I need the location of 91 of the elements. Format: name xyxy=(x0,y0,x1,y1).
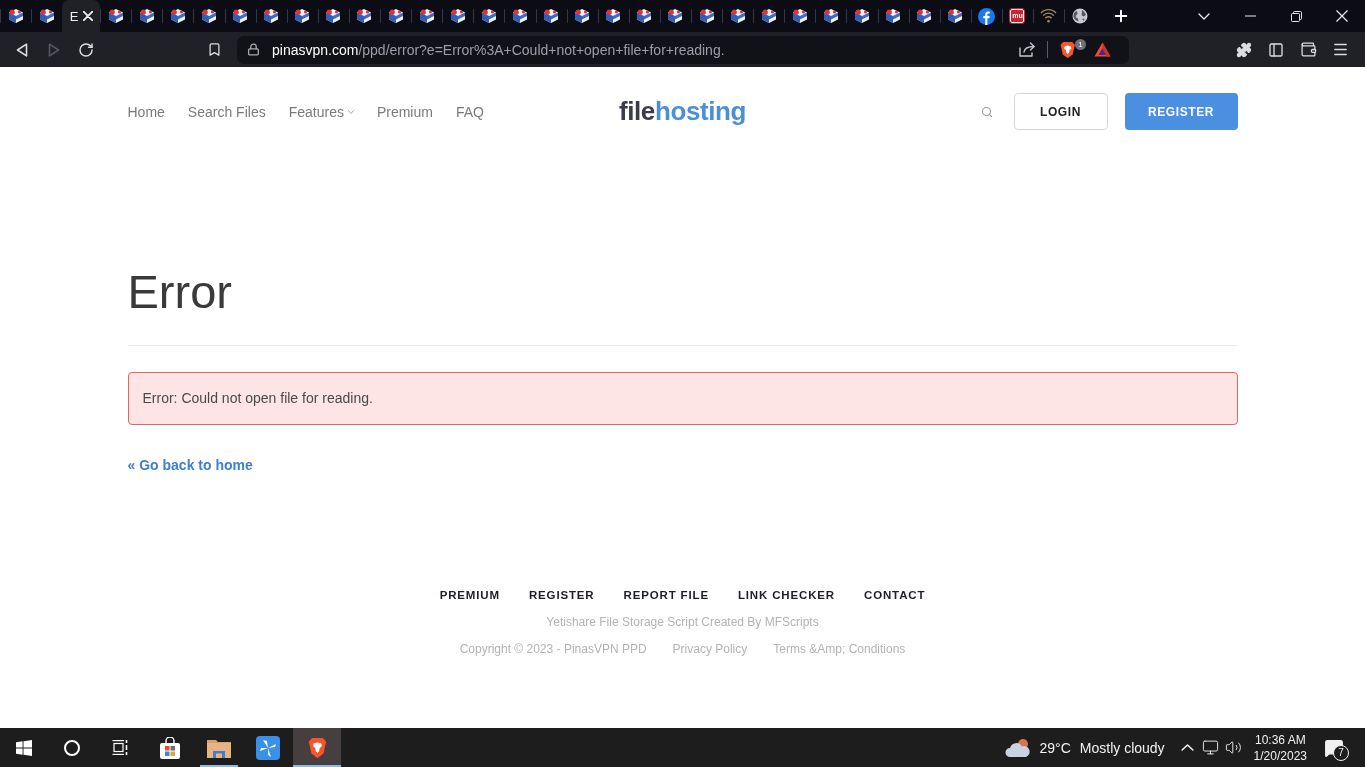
cube-icon xyxy=(169,8,186,24)
sidebar-icon xyxy=(1268,41,1284,58)
chevron-down-icon xyxy=(1198,12,1210,20)
chevron-down-icon xyxy=(347,109,354,114)
temperature-text: 29°C xyxy=(1039,739,1071,756)
back-home-link[interactable]: « Go back to home xyxy=(127,454,253,475)
back-icon xyxy=(16,42,28,57)
cube-icon xyxy=(480,8,497,24)
browser-tab[interactable]: E xyxy=(62,0,101,32)
menu-icon xyxy=(1331,41,1349,58)
app-icon xyxy=(256,735,280,760)
url-text: pinasvpn.com/ppd/error?e=Error%3A+Could+not+open+file+for+reading. xyxy=(272,41,725,58)
cube-icon xyxy=(543,8,560,24)
shields-button[interactable]: 1 xyxy=(1060,37,1086,62)
cube-icon xyxy=(760,8,777,24)
clock[interactable]: 10:36 AM 1/20/2023 xyxy=(1250,728,1310,767)
cube-icon xyxy=(947,8,964,24)
cube-icon xyxy=(294,8,311,24)
cube-icon xyxy=(263,8,280,24)
cube-icon xyxy=(854,8,870,24)
cube-icon xyxy=(201,8,217,24)
shopping-bag-icon xyxy=(159,736,181,759)
cube-icon xyxy=(791,8,808,24)
cube-icon xyxy=(729,8,746,24)
folder-icon xyxy=(207,737,231,758)
count-badge: 1 xyxy=(1075,38,1086,50)
copyright-text: Copyright © 2023 - PinasVPN PPD xyxy=(459,640,647,657)
round-logo-icon xyxy=(977,7,995,25)
cube-icon xyxy=(325,8,342,24)
close-icon xyxy=(1336,10,1348,22)
page-title: Error xyxy=(127,264,233,320)
cube-icon xyxy=(667,8,684,24)
wallet-icon xyxy=(1299,41,1317,58)
puzzle-icon xyxy=(1236,41,1252,58)
cube-icon xyxy=(7,8,24,24)
address-bar[interactable]: pinasvpn.com/ppd/error?e=Error%3A+Could+not+open+file+for+reading. 1 xyxy=(237,35,1129,64)
chevron-up-icon xyxy=(1180,744,1194,751)
cube-icon xyxy=(574,8,591,24)
nav-link[interactable]: Premium xyxy=(376,103,433,120)
cube-icon xyxy=(636,8,653,24)
cube-icon xyxy=(605,8,622,24)
weather-text: Mostly cloudy xyxy=(1079,739,1165,756)
cube-icon xyxy=(232,8,249,24)
taskbar-app[interactable] xyxy=(293,728,341,767)
signal-icon xyxy=(1040,8,1058,24)
site-logo[interactable]: filehosting xyxy=(618,96,746,127)
cube-icon xyxy=(418,8,435,24)
lock-icon xyxy=(247,43,260,56)
cube-icon xyxy=(449,8,466,24)
shield-icon xyxy=(1060,40,1076,59)
triangle-icon xyxy=(1093,42,1111,57)
cube-icon xyxy=(38,8,55,24)
cube-icon xyxy=(511,8,528,24)
nav-link[interactable]: Features xyxy=(288,103,354,120)
close-icon xyxy=(82,11,93,21)
footer-link[interactable]: CONTACT xyxy=(864,586,926,603)
footer-link[interactable]: REPORT FILE xyxy=(623,586,709,603)
reload-icon xyxy=(78,41,94,58)
cube-icon xyxy=(885,8,902,24)
cube-icon xyxy=(356,8,373,24)
cube-icon xyxy=(138,8,155,24)
forward-icon xyxy=(48,42,60,57)
search-icon[interactable] xyxy=(980,105,993,118)
login-button[interactable]: LOGIN xyxy=(1013,93,1108,130)
circle-icon xyxy=(64,739,80,756)
cloud-icon xyxy=(1004,737,1031,758)
count-badge: 7 xyxy=(1333,745,1349,761)
shield-icon xyxy=(307,736,327,759)
cube-icon xyxy=(822,8,839,24)
footer-link[interactable]: REGISTER xyxy=(528,586,595,603)
nav-link[interactable]: Search Files xyxy=(187,103,266,120)
cube-icon xyxy=(107,8,124,24)
volume-icon xyxy=(1224,739,1242,756)
nav-link[interactable]: FAQ xyxy=(455,103,484,120)
task-view-icon xyxy=(112,740,128,755)
windows-logo-icon xyxy=(16,739,32,756)
error-alert: Error: Could not open file for reading. xyxy=(127,371,1238,425)
share-icon xyxy=(1019,42,1036,57)
credit-text: Yetishare File Storage Script Created By MFScripts xyxy=(546,613,819,630)
bookmark-icon xyxy=(206,42,222,57)
cube-icon xyxy=(698,8,715,24)
minimize-icon xyxy=(1244,15,1256,17)
footer-link[interactable]: PREMIUM xyxy=(439,586,500,603)
restore-icon xyxy=(1290,10,1302,22)
monitor-icon xyxy=(1201,739,1219,756)
cube-icon xyxy=(916,8,933,24)
footer-link[interactable]: LINK CHECKER xyxy=(737,586,835,603)
notifications-button[interactable]: 7 xyxy=(1317,728,1351,767)
globe-icon xyxy=(1071,8,1088,24)
cube-icon xyxy=(387,8,404,24)
nav-link[interactable]: Home xyxy=(127,103,165,120)
